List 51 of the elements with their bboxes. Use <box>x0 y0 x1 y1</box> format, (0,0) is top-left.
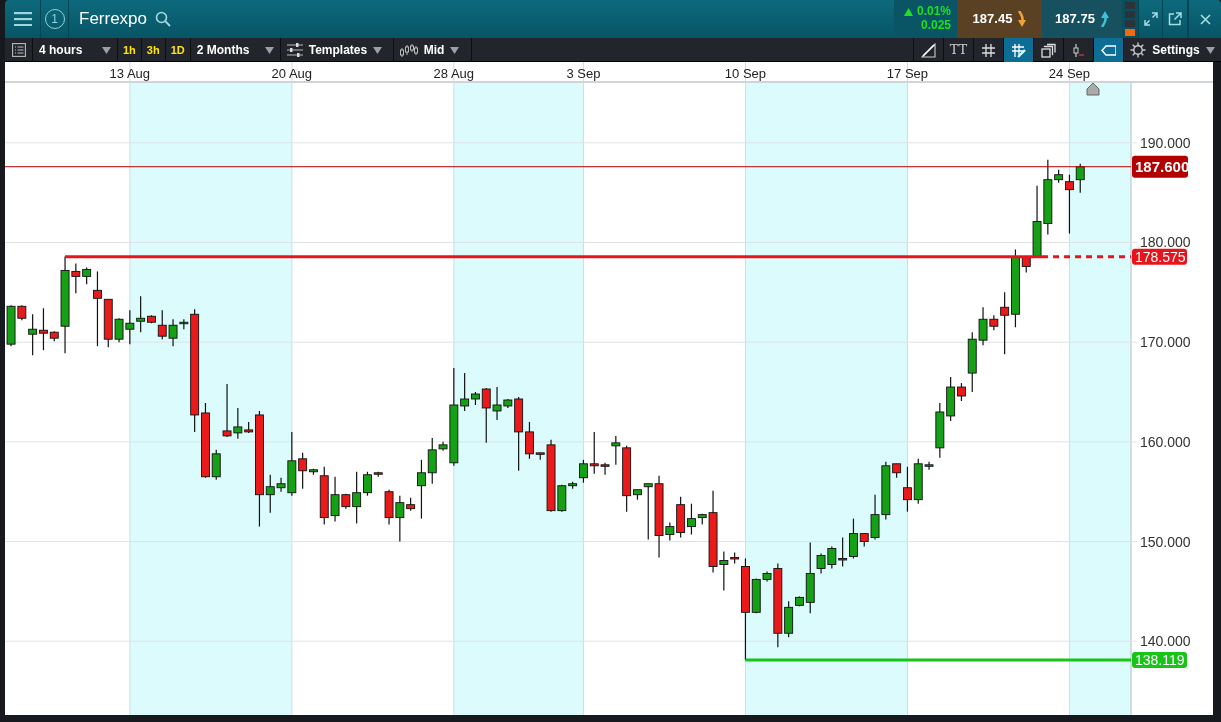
up-arrow-icon <box>1098 11 1109 27</box>
price-axis-label: 180.000 <box>1140 234 1191 251</box>
chart-tool-button[interactable] <box>1093 38 1123 62</box>
candle <box>125 309 135 345</box>
date-label: 13 Aug <box>109 66 151 81</box>
price-axis-label: 170.000 <box>1140 334 1191 351</box>
date-label: 3 Sep <box>566 66 601 81</box>
menu-icon <box>13 12 32 26</box>
price-axis-label: 190.000 <box>1140 134 1191 151</box>
close-icon <box>1199 13 1211 25</box>
date-label: 28 Aug <box>433 66 475 81</box>
caret-icon <box>264 46 274 54</box>
instrument-title: Ferrexpo <box>78 8 149 31</box>
date-label: 24 Sep <box>1048 66 1091 81</box>
gear-icon <box>1130 42 1146 58</box>
grid-pencil-icon <box>1011 42 1026 58</box>
price-axis-label: 160.000 <box>1140 433 1191 450</box>
buy-button[interactable]: 187.75 <box>1042 0 1122 38</box>
candle <box>827 545 837 570</box>
popout-icon <box>1168 12 1182 26</box>
stacked-windows-icon <box>1041 42 1056 58</box>
marker-icon[interactable] <box>1086 82 1100 96</box>
sell-button[interactable]: 187.45 <box>957 0 1042 38</box>
down-arrow-icon <box>1016 11 1027 27</box>
change-points: 0.025 <box>920 19 951 33</box>
caret-icon <box>1206 46 1215 54</box>
date-label: 17 Sep <box>886 66 929 81</box>
candle <box>384 489 394 526</box>
pin-marker-icon <box>1071 42 1086 58</box>
signal-bars-icon <box>1125 2 1135 36</box>
change-percent: 0.01% <box>916 5 951 19</box>
slope-icon <box>921 42 936 58</box>
candle <box>935 402 945 459</box>
list-icon <box>11 43 26 57</box>
price-axis-label: 150.000 <box>1140 533 1191 550</box>
grid-icon <box>981 42 996 58</box>
expand-icon <box>1143 12 1158 26</box>
caret-icon <box>373 46 383 54</box>
price-axis-label: 140.000 <box>1140 633 1191 650</box>
search-icon <box>155 11 172 27</box>
candle <box>838 536 848 568</box>
candles-icon <box>399 43 418 57</box>
caret-icon <box>450 46 460 54</box>
date-label: 10 Sep <box>724 66 767 81</box>
date-label: 20 Aug <box>271 66 313 81</box>
sliders-icon <box>286 43 303 57</box>
chart-tool-button[interactable] <box>1003 38 1033 62</box>
up-triangle-icon <box>903 8 913 17</box>
caret-icon <box>102 46 111 54</box>
price-tag-icon <box>1101 42 1116 58</box>
price-tag: 187.600 <box>1132 155 1190 178</box>
